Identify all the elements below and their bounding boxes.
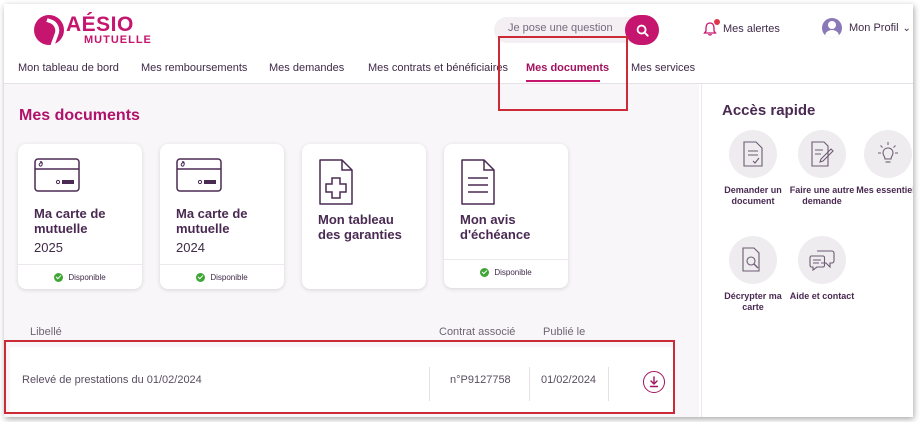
quick-access-decode-card[interactable]: Décrypter ma carte: [717, 236, 789, 313]
card-title: Mon avis d'échéance: [460, 212, 531, 242]
health-document-icon: [319, 159, 353, 205]
column-header-published: Publié le: [543, 326, 586, 338]
card-mutual-card-2024[interactable]: Ma carte de mutuelle 2024 Disponible: [160, 144, 284, 289]
quick-access-other-request[interactable]: Faire une autre demande: [786, 130, 858, 207]
document-icon: [461, 159, 495, 205]
search-icon: [636, 24, 649, 37]
notification-dot: [713, 18, 721, 26]
search-button[interactable]: [625, 15, 659, 45]
alerts-link[interactable]: Mes alertes: [702, 18, 780, 37]
profile-menu[interactable]: Mon Profil ⌄: [822, 18, 911, 38]
highlight-box-nav: [498, 36, 628, 111]
check-circle-icon: [480, 267, 490, 277]
quick-access-help-contact[interactable]: Aide et contact: [786, 236, 858, 302]
alerts-label: Mes alertes: [723, 23, 780, 35]
document-check-icon: [743, 141, 763, 167]
card-title: Mon tableau des garanties: [318, 212, 402, 242]
bell-icon: [702, 18, 721, 37]
status-badge: Disponible: [18, 264, 142, 289]
status-label: Disponible: [68, 272, 106, 282]
page-title: Mes documents: [19, 107, 140, 124]
aesio-logo[interactable]: AÉSIO MUTUELLE: [34, 14, 152, 46]
nav-item-reimbursements[interactable]: Mes remboursements: [141, 62, 247, 74]
highlight-box-row: [4, 340, 675, 414]
status-label: Disponible: [210, 272, 248, 282]
card-due-notice[interactable]: Mon avis d'échéance Disponible: [444, 144, 568, 288]
nav-item-requests[interactable]: Mes demandes: [269, 62, 344, 74]
quick-access-title: Accès rapide: [722, 102, 816, 119]
card-guarantees-table[interactable]: Mon tableau des garanties: [302, 144, 426, 289]
quick-access-label: Demander un document: [724, 185, 782, 206]
column-header-label: Libellé: [30, 326, 62, 338]
main-navigation: Mon tableau de bord Mes remboursements M…: [4, 56, 913, 84]
card-year: 2025: [34, 240, 63, 255]
chat-bubbles-icon: [809, 250, 835, 272]
quick-access-request-document[interactable]: Demander un document: [717, 130, 789, 207]
magnify-document-icon: [742, 247, 760, 272]
chevron-down-icon: ⌄: [902, 22, 911, 34]
top-bar: AÉSIO MUTUELLE Mes alertes: [4, 4, 913, 56]
nav-item-contracts[interactable]: Mes contrats et bénéficiaires: [368, 62, 508, 74]
lightbulb-icon: [878, 142, 898, 163]
status-badge: Disponible: [444, 259, 568, 284]
logo-subname: MUTUELLE: [84, 34, 152, 46]
column-header-contract: Contrat associé: [439, 326, 516, 338]
card-icon: [34, 158, 80, 192]
app-window: AÉSIO MUTUELLE Mes alertes: [4, 4, 913, 417]
nav-item-dashboard[interactable]: Mon tableau de bord: [18, 62, 119, 74]
card-mutual-card-2025[interactable]: Ma carte de mutuelle 2025 Disponible: [18, 144, 142, 289]
status-label: Disponible: [494, 267, 532, 277]
logo-mark-icon: [34, 15, 64, 45]
quick-access-label: Décrypter ma carte: [724, 291, 782, 312]
quick-access-panel: Accès rapide Demander un document Faire …: [701, 84, 913, 417]
profile-label: Mon Profil: [849, 22, 899, 34]
card-title: Ma carte de mutuelle: [176, 206, 248, 236]
check-circle-icon: [54, 272, 64, 282]
logo-name: AÉSIO: [66, 13, 134, 36]
card-icon: [176, 158, 222, 192]
avatar-icon: [822, 18, 842, 38]
status-badge: Disponible: [160, 264, 284, 289]
quick-access-label: Mes essentiels: [856, 185, 913, 195]
quick-access-label: Faire une autre demande: [789, 185, 855, 206]
check-circle-icon: [196, 272, 206, 282]
card-title: Ma carte de mutuelle: [34, 206, 106, 236]
quick-access-essentials[interactable]: Mes essentiels: [852, 130, 913, 196]
search-input[interactable]: [508, 22, 623, 34]
card-year: 2024: [176, 240, 205, 255]
quick-access-label: Aide et contact: [789, 291, 855, 301]
edit-document-icon: [811, 141, 834, 167]
nav-item-services[interactable]: Mes services: [631, 62, 695, 74]
